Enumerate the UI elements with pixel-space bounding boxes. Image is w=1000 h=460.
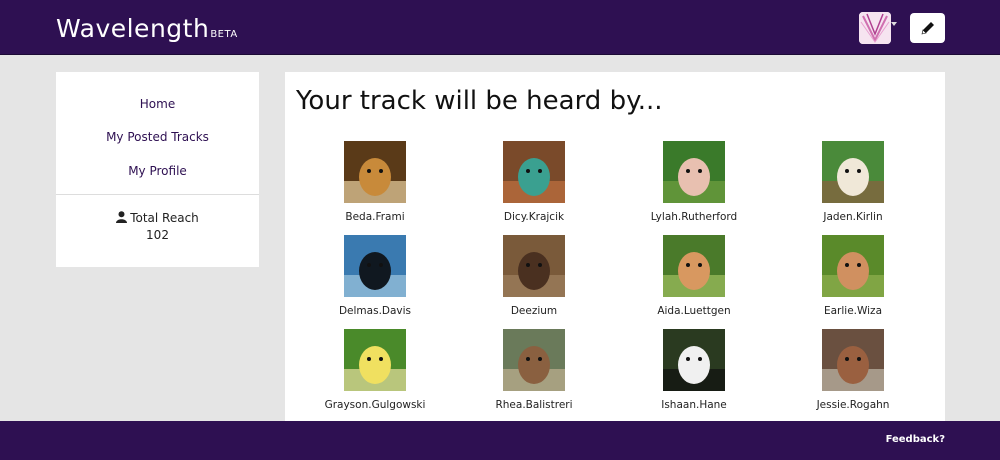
user-avatar-icon	[859, 12, 891, 44]
listener-avatar[interactable]	[344, 235, 406, 297]
listener-avatar[interactable]	[344, 329, 406, 391]
listener-name[interactable]: Jessie.Rogahn	[793, 399, 913, 411]
sidebar-item-my-posted-tracks[interactable]: My Posted Tracks	[56, 130, 259, 144]
top-nav-bar: WavelengthBETA	[0, 0, 1000, 55]
listener-card[interactable]: Ishaan.Hane	[634, 329, 754, 411]
listener-name[interactable]: Earlie.Wiza	[793, 305, 913, 317]
footer-bar: Feedback?	[0, 421, 1000, 460]
sidebar: Home My Posted Tracks My Profile Total R…	[56, 72, 259, 267]
listener-card[interactable]: Earlie.Wiza	[793, 235, 913, 317]
compose-button[interactable]	[910, 13, 945, 43]
user-avatar-button[interactable]	[859, 12, 891, 44]
listener-avatar[interactable]	[663, 141, 725, 203]
listener-card[interactable]: Delmas.Davis	[315, 235, 435, 317]
listener-name[interactable]: Grayson.Gulgowski	[315, 399, 435, 411]
listener-name[interactable]: Dicy.Krajcik	[474, 211, 594, 223]
listener-card[interactable]: Beda.Frami	[315, 141, 435, 223]
logo-text: Wavelength	[56, 14, 210, 43]
listener-card[interactable]: Dicy.Krajcik	[474, 141, 594, 223]
listener-card[interactable]: Rhea.Balistreri	[474, 329, 594, 411]
listener-card[interactable]: Grayson.Gulgowski	[315, 329, 435, 411]
listener-name[interactable]: Jaden.Kirlin	[793, 211, 913, 223]
listener-avatar[interactable]	[503, 329, 565, 391]
listener-card[interactable]: Deezium	[474, 235, 594, 317]
total-reach-text: Total Reach	[130, 211, 199, 225]
listener-avatar[interactable]	[503, 235, 565, 297]
listener-avatar[interactable]	[663, 329, 725, 391]
listener-card[interactable]: Jessie.Rogahn	[793, 329, 913, 411]
app-logo[interactable]: WavelengthBETA	[56, 14, 238, 43]
sidebar-item-my-profile[interactable]: My Profile	[56, 164, 259, 178]
listener-avatar[interactable]	[822, 235, 884, 297]
feedback-link[interactable]: Feedback?	[886, 434, 945, 445]
listener-card[interactable]: Aida.Luettgen	[634, 235, 754, 317]
listener-avatar[interactable]	[663, 235, 725, 297]
chevron-down-icon[interactable]	[891, 22, 897, 26]
beta-badge: BETA	[210, 29, 238, 40]
person-icon	[116, 211, 128, 223]
listener-avatar[interactable]	[503, 141, 565, 203]
listener-name[interactable]: Rhea.Balistreri	[474, 399, 594, 411]
total-reach-value: 102	[146, 228, 169, 242]
listener-name[interactable]: Beda.Frami	[315, 211, 435, 223]
listener-card[interactable]: Lylah.Rutherford	[634, 141, 754, 223]
pencil-icon	[921, 22, 934, 35]
sidebar-divider	[56, 194, 259, 195]
listener-avatar[interactable]	[822, 329, 884, 391]
listener-card[interactable]: Jaden.Kirlin	[793, 141, 913, 223]
listeners-panel: Your track will be heard by... Beda.Fram…	[285, 72, 945, 422]
listener-name[interactable]: Lylah.Rutherford	[634, 211, 754, 223]
listener-name[interactable]: Ishaan.Hane	[634, 399, 754, 411]
listener-name[interactable]: Delmas.Davis	[315, 305, 435, 317]
sidebar-item-home[interactable]: Home	[56, 97, 259, 111]
total-reach-label: Total Reach	[56, 211, 259, 225]
listener-avatar[interactable]	[822, 141, 884, 203]
listener-name[interactable]: Deezium	[474, 305, 594, 317]
listener-avatar[interactable]	[344, 141, 406, 203]
listener-name[interactable]: Aida.Luettgen	[634, 305, 754, 317]
page-title: Your track will be heard by...	[296, 86, 663, 116]
